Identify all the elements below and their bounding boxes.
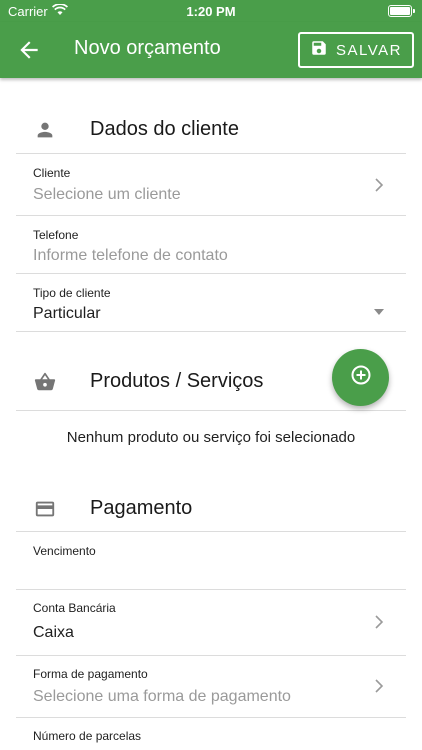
bank-account-value: Caixa	[33, 624, 74, 641]
basket-icon	[34, 371, 56, 393]
save-button-label: SALVAR	[336, 41, 402, 59]
empty-products-message: Nenhum produto ou serviço foi selecionad…	[66, 429, 356, 446]
due-date-field[interactable]: Vencimento	[0, 532, 422, 589]
clock: 1:20 PM	[186, 4, 236, 19]
client-select-field[interactable]: Cliente Selecione um cliente	[0, 154, 422, 215]
dropdown-arrow-icon	[374, 309, 384, 315]
section-client: Dados do cliente	[0, 105, 422, 155]
payment-method-select-field[interactable]: Forma de pagamento Selecione uma forma d…	[0, 656, 422, 717]
divider	[16, 410, 406, 411]
chevron-right-icon	[374, 615, 384, 629]
person-icon	[34, 119, 56, 141]
plus-circle-icon	[349, 363, 373, 392]
client-type-value: Particular	[33, 305, 101, 322]
payment-method-placeholder: Selecione uma forma de pagamento	[33, 688, 291, 705]
phone-field[interactable]: Telefone Informe telefone de contato	[0, 216, 422, 273]
divider	[16, 331, 406, 332]
floppy-disk-icon	[310, 39, 328, 62]
phone-input[interactable]: Informe telefone de contato	[33, 247, 228, 265]
client-type-label: Tipo de cliente	[33, 286, 111, 300]
save-button[interactable]: SALVAR	[298, 32, 414, 68]
chevron-right-icon	[374, 679, 384, 693]
installments-label: Número de parcelas	[33, 729, 142, 743]
status-bar: Carrier 1:20 PM	[0, 0, 422, 22]
payment-method-label: Forma de pagamento	[33, 667, 148, 681]
chevron-right-icon	[374, 178, 384, 192]
app-bar: Novo orçamento SALVAR	[0, 22, 422, 78]
battery-icon	[388, 5, 415, 17]
back-arrow-icon[interactable]	[16, 37, 42, 63]
section-title-products: Produtos / Serviços	[90, 370, 264, 392]
add-product-button[interactable]	[332, 349, 389, 406]
due-date-label: Vencimento	[33, 544, 96, 558]
phone-label: Telefone	[33, 228, 79, 242]
installments-field[interactable]: Número de parcelas	[0, 718, 422, 750]
section-title-client: Dados do cliente	[90, 118, 239, 140]
page-title: Novo orçamento	[74, 37, 221, 59]
bank-account-select-field[interactable]: Conta Bancária Caixa	[0, 590, 422, 654]
section-title-payment: Pagamento	[90, 497, 193, 519]
client-label: Cliente	[33, 166, 71, 180]
credit-card-icon	[34, 498, 56, 520]
bank-account-label: Conta Bancária	[33, 601, 116, 615]
client-placeholder: Selecione um cliente	[33, 186, 181, 203]
client-type-dropdown[interactable]: Tipo de cliente Particular	[0, 274, 422, 331]
section-payment: Pagamento	[0, 484, 422, 534]
